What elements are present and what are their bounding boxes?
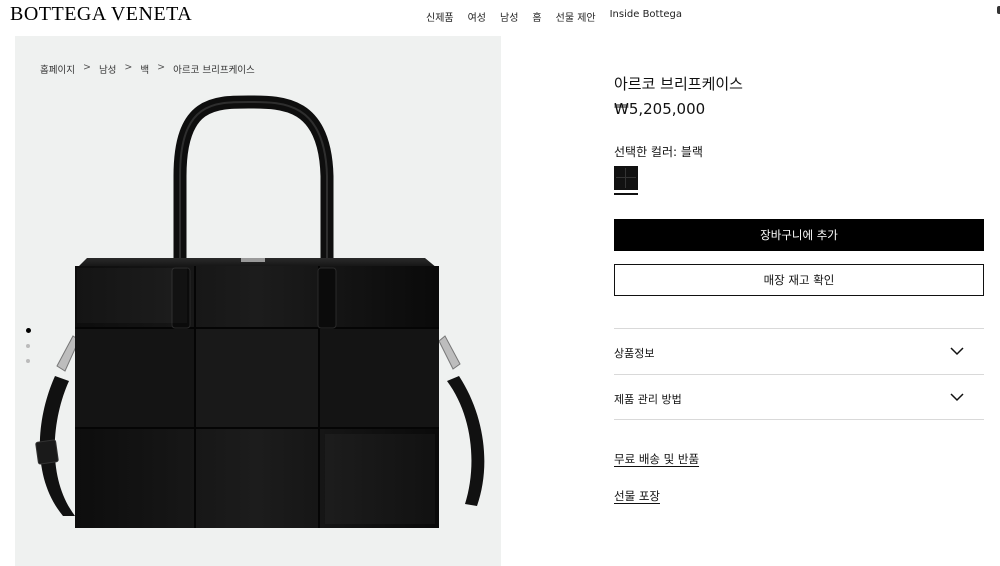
product-price: ₩5,205,000 [614,100,706,118]
main-nav: 신제품 여성 남성 홈 선물 제안 Inside Bottega [426,9,682,24]
gallery-dot-2[interactable] [26,344,30,348]
breadcrumb-separator: > [157,62,166,73]
product-image-gallery[interactable]: 홈페이지 > 남성 > 백 > 아르코 브리프케이스 [15,36,501,566]
nav-item-home[interactable]: 홈 [532,9,541,24]
chevron-down-icon [950,393,964,402]
gallery-dot-1[interactable] [26,328,31,333]
nav-item-inside-bottega[interactable]: Inside Bottega [610,9,682,24]
breadcrumb-item-men[interactable]: 남성 [99,62,116,76]
breadcrumb: 홈페이지 > 남성 > 백 > 아르코 브리프케이스 [40,62,255,76]
color-swatch-black[interactable] [614,166,638,190]
free-shipping-returns-link[interactable]: 무료 배송 및 반품 [614,451,699,467]
nav-item-new[interactable]: 신제품 [426,9,454,24]
add-to-cart-button[interactable]: 장바구니에 추가 [614,219,984,251]
nav-item-gifts[interactable]: 선물 제안 [556,9,596,24]
nav-item-women[interactable]: 여성 [468,9,486,24]
nav-item-men[interactable]: 남성 [500,9,518,24]
breadcrumb-item-current: 아르코 브리프케이스 [173,65,255,76]
accordion-label: 제품 관리 방법 [614,393,682,406]
gift-wrapping-link[interactable]: 선물 포장 [614,488,660,504]
product-accordion: 상품정보 제품 관리 방법 [614,328,984,420]
swatch-selected-indicator [614,193,638,195]
breadcrumb-item-bags[interactable]: 백 [140,62,149,76]
breadcrumb-separator: > [82,62,91,73]
product-image [35,95,485,528]
check-store-stock-button[interactable]: 매장 재고 확인 [614,264,984,296]
breadcrumb-separator: > [124,62,133,73]
accordion-product-info[interactable]: 상품정보 [614,328,984,374]
selected-color-label: 선택한 컬러: 블랙 [614,145,703,159]
product-title: 아르코 브리프케이스 [614,75,743,93]
breadcrumb-item-home[interactable]: 홈페이지 [40,62,75,76]
site-header: BOTTEGA VENETA 신제품 여성 남성 홈 선물 제안 Inside … [0,0,1000,30]
accordion-care-instructions[interactable]: 제품 관리 방법 [614,374,984,420]
gallery-pagination [26,328,31,363]
accordion-label: 상품정보 [614,347,655,360]
brand-logo[interactable]: BOTTEGA VENETA [10,3,192,26]
gallery-dot-3[interactable] [26,359,30,363]
chevron-down-icon [950,347,964,356]
